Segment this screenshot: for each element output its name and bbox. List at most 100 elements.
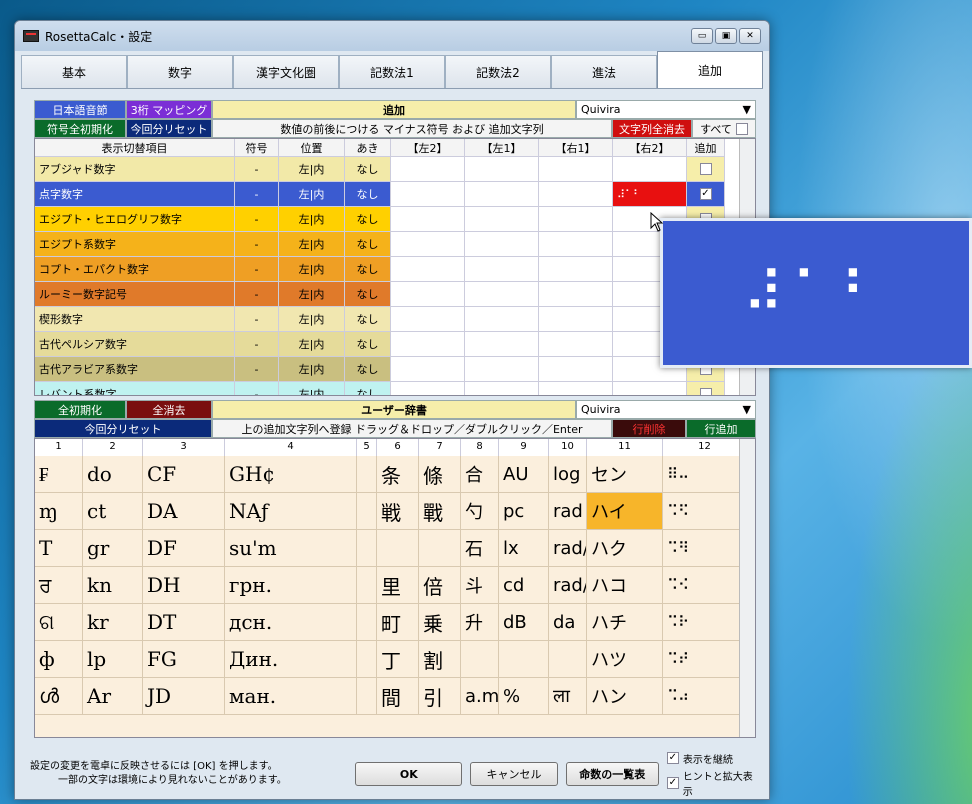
row-right2-field[interactable]	[613, 382, 687, 395]
dictionary-cell[interactable]: do	[83, 456, 143, 493]
dictionary-row[interactable]: ɱ ct DA NAƒ 戦戰勺 pc rad ハイ ⠩⠫	[35, 493, 755, 530]
ok-button[interactable]: OK	[355, 762, 463, 786]
lower-table-scrollbar[interactable]	[739, 439, 755, 737]
lower-font-select[interactable]: Quivira ▼	[576, 400, 756, 419]
dictionary-cell[interactable]: rad/s	[549, 530, 587, 567]
row-left2-field[interactable]	[391, 157, 465, 182]
dictionary-cell[interactable]: 割	[419, 641, 461, 678]
dictionary-cell[interactable]: GH¢	[225, 456, 357, 493]
dictionary-cell[interactable]: 里	[377, 567, 419, 604]
row-right1-field[interactable]	[539, 257, 613, 282]
row-right1-field[interactable]	[539, 232, 613, 257]
hint-zoom-checkbox[interactable]: ✓	[666, 776, 679, 789]
dictionary-cell[interactable]: ハイ	[587, 493, 663, 530]
dictionary-cell[interactable]: kr	[83, 604, 143, 641]
dictionary-cell[interactable]: cd	[499, 567, 549, 604]
dictionary-cell[interactable]: ⠩⠻	[663, 530, 747, 567]
dictionary-cell[interactable]: 町	[377, 604, 419, 641]
upper-font-select[interactable]: Quivira ▼	[576, 100, 756, 119]
row-left2-field[interactable]	[391, 207, 465, 232]
row-left2-field[interactable]	[391, 232, 465, 257]
upper-table-row[interactable]: 古代ペルシア数字 - 左|内 なし	[35, 332, 755, 357]
dictionary-cell[interactable]: ਰ	[35, 567, 83, 604]
row-left1-field[interactable]	[465, 332, 539, 357]
dictionary-cell[interactable]: ⠩⠪	[663, 567, 747, 604]
dictionary-row[interactable]: ਰknDHгрн. 里倍斗cdrad/s²ハコ⠩⠪	[35, 567, 755, 604]
dictionary-cell[interactable]	[357, 530, 377, 567]
select-all-checkbox[interactable]	[735, 122, 748, 135]
row-left1-field[interactable]	[465, 307, 539, 332]
tab-kanji[interactable]: 漢字文化圏	[233, 55, 339, 88]
dictionary-cell[interactable]: CF	[143, 456, 225, 493]
sign-init-button[interactable]: 符号全初期化	[34, 119, 126, 138]
dictionary-cell[interactable]: ⠩⠫	[663, 493, 747, 530]
keep-display-option[interactable]: ✓ 表示を継続	[666, 751, 762, 766]
dictionary-cell[interactable]: T	[35, 530, 83, 567]
lower-init-button[interactable]: 全初期化	[34, 400, 126, 419]
upper-table-row[interactable]: 楔形数字 - 左|内 なし	[35, 307, 755, 332]
dictionary-cell[interactable]: kn	[83, 567, 143, 604]
dictionary-cell[interactable]	[357, 604, 377, 641]
dictionary-cell[interactable]: DF	[143, 530, 225, 567]
dictionary-cell[interactable]: ct	[83, 493, 143, 530]
dictionary-cell[interactable]: 勺	[461, 493, 499, 530]
dictionary-cell[interactable]: lx	[499, 530, 549, 567]
tab-notation2[interactable]: 記数法2	[445, 55, 551, 88]
dictionary-cell[interactable]: 乗	[419, 604, 461, 641]
row-right1-field[interactable]	[539, 282, 613, 307]
dictionary-cell[interactable]	[357, 456, 377, 493]
dictionary-cell[interactable]: ⠩⠗	[663, 604, 747, 641]
dictionary-cell[interactable]: ଗ	[35, 604, 83, 641]
upper-table-row[interactable]: エジプト系数字 - 左|内 なし	[35, 232, 755, 257]
row-left2-field[interactable]	[391, 307, 465, 332]
row-right2-field[interactable]: ⠼⠁⠃	[613, 182, 687, 207]
dictionary-cell[interactable]	[377, 530, 419, 567]
number-list-button[interactable]: 命数の一覧表	[565, 762, 659, 786]
dictionary-cell[interactable]: ハン	[587, 678, 663, 715]
row-left1-field[interactable]	[465, 382, 539, 395]
dictionary-row[interactable]: ൾArJDман. 間引a.m.%लाハン⠩⠴	[35, 678, 755, 715]
lower-reset-button[interactable]: 今回分リセット	[34, 419, 212, 438]
dictionary-cell[interactable]: 合	[461, 456, 499, 493]
row-left2-field[interactable]	[391, 332, 465, 357]
dictionary-cell[interactable]: lp	[83, 641, 143, 678]
upper-table-row[interactable]: レバント系数字 - 左|内 なし	[35, 382, 755, 395]
keep-display-checkbox[interactable]: ✓	[666, 752, 679, 764]
upper-table-row[interactable]: コプト・エパクト数字 - 左|内 なし	[35, 257, 755, 282]
row-left1-field[interactable]	[465, 357, 539, 382]
dictionary-cell[interactable]: ハク	[587, 530, 663, 567]
row-left2-field[interactable]	[391, 257, 465, 282]
hint-zoom-option[interactable]: ✓ ヒントと拡大表示	[666, 768, 762, 798]
dictionary-cell[interactable]: su'm	[225, 530, 357, 567]
upper-table-row[interactable]: ルーミー数字記号 - 左|内 なし	[35, 282, 755, 307]
dictionary-cell[interactable]: ला	[549, 678, 587, 715]
dictionary-cell[interactable]	[419, 530, 461, 567]
dictionary-cell[interactable]: rad/s²	[549, 567, 587, 604]
dictionary-cell[interactable]: ハチ	[587, 604, 663, 641]
row-left1-field[interactable]	[465, 282, 539, 307]
dictionary-cell[interactable]: pc	[499, 493, 549, 530]
row-right1-field[interactable]	[539, 307, 613, 332]
dictionary-row[interactable]: ₣ do CF GH¢ 条條合 AU log セン ⠿⠤	[35, 456, 755, 493]
tab-numerals[interactable]: 数字	[127, 55, 233, 88]
dictionary-cell[interactable]: dB	[499, 604, 549, 641]
dictionary-cell[interactable]: грн.	[225, 567, 357, 604]
row-right2-field[interactable]	[613, 157, 687, 182]
dictionary-cell[interactable]: 引	[419, 678, 461, 715]
lower-clear-button[interactable]: 全消去	[126, 400, 212, 419]
dictionary-cell[interactable]	[499, 641, 549, 678]
dictionary-cell[interactable]: ф	[35, 641, 83, 678]
dictionary-cell[interactable]: 間	[377, 678, 419, 715]
dictionary-cell[interactable]	[357, 641, 377, 678]
dictionary-cell[interactable]: Дин.	[225, 641, 357, 678]
row-add-checkbox[interactable]	[699, 163, 712, 175]
tab-radix[interactable]: 進法	[551, 55, 657, 88]
tab-additional[interactable]: 追加	[657, 51, 763, 88]
dictionary-cell[interactable]: log	[549, 456, 587, 493]
dictionary-cell[interactable]: gr	[83, 530, 143, 567]
row-add-checkbox[interactable]	[699, 388, 712, 395]
dictionary-cell[interactable]: ൾ	[35, 678, 83, 715]
row-left1-field[interactable]	[465, 182, 539, 207]
row-right1-field[interactable]	[539, 332, 613, 357]
minimize-button[interactable]: ▭	[691, 28, 713, 44]
